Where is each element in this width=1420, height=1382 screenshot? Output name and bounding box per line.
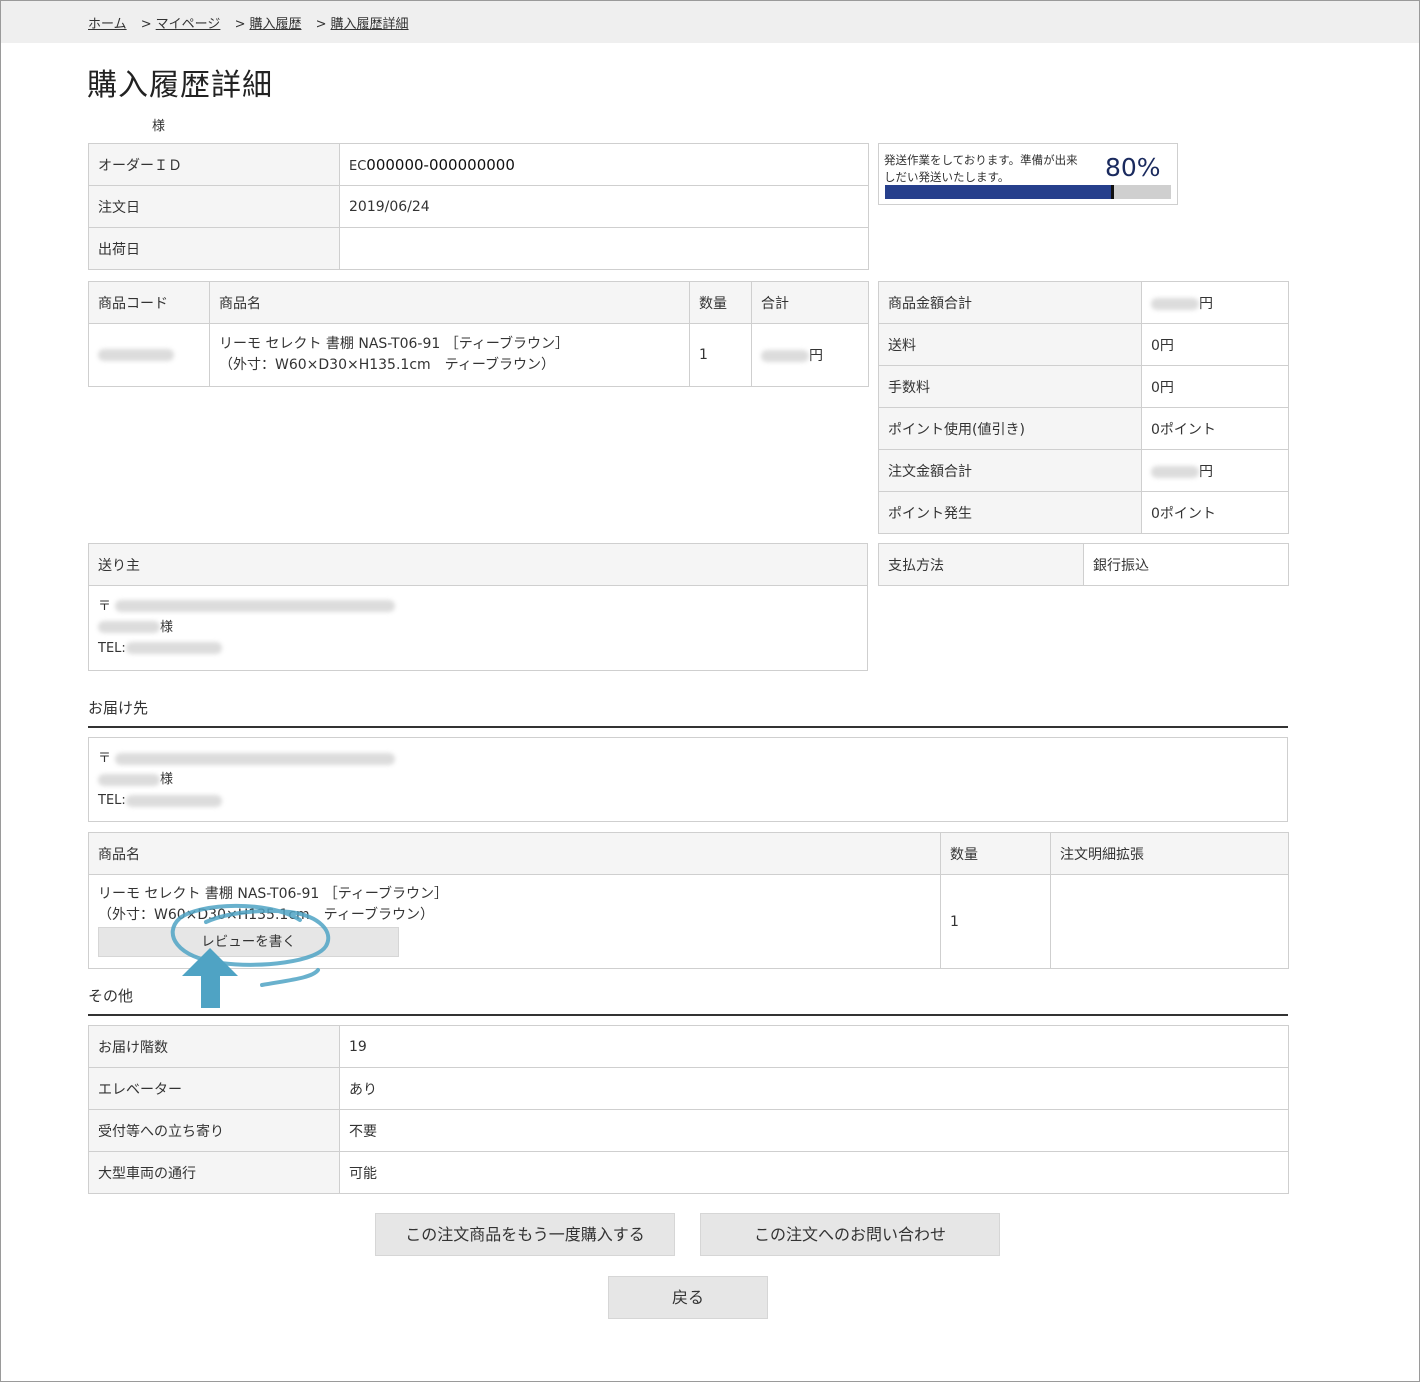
items-header-name: 商品名 [209, 281, 690, 324]
breadcrumb: ホーム > マイページ > 購入履歴 > 購入履歴詳細 [88, 13, 409, 32]
table-row: リーモ セレクト 書棚 NAS-T06-91 ［ティーブラウン］ （外寸：W60… [88, 323, 869, 387]
total-label: 送料 [878, 323, 1142, 366]
other-label: お届け階数 [88, 1025, 340, 1068]
order-info-table: オーダーＩＤ EC000000-000000000 注文日 2019/06/24… [88, 143, 869, 270]
progress-bar-fill [885, 185, 1114, 199]
other-value: 可能 [339, 1151, 1289, 1194]
breadcrumb-purchase-history[interactable]: 購入履歴 [249, 17, 301, 32]
sender-tel: TEL: [98, 638, 858, 659]
breadcrumb-separator: > [234, 17, 246, 32]
item-name: リーモ セレクト 書棚 NAS-T06-91 ［ティーブラウン］ （外寸：W60… [209, 323, 690, 387]
delivery-postal: 〒 [98, 748, 1278, 769]
page-title: 購入履歴詳細 [87, 68, 273, 103]
item-name-line1: リーモ セレクト 書棚 NAS-T06-91 ［ティーブラウン］ [219, 336, 570, 352]
delivery-item-name-line1: リーモ セレクト 書棚 NAS-T06-91 ［ティーブラウン］ [98, 886, 449, 902]
ship-date-value [339, 227, 869, 270]
customer-honorific: 様 [152, 119, 166, 134]
back-button[interactable]: 戻る [608, 1276, 768, 1319]
order-id-value: EC000000-000000000 [339, 143, 869, 186]
breadcrumb-home[interactable]: ホーム [88, 17, 127, 32]
shipping-status-percent: 80% [1105, 153, 1161, 182]
payment-value: 銀行振込 [1083, 543, 1289, 586]
delivery-items-header-extension: 注文明細拡張 [1050, 832, 1289, 875]
delivery-item-name-line2: （外寸：W60×D30×H135.1cm ティーブラウン） [98, 907, 434, 923]
breadcrumb-mypage[interactable]: マイページ [156, 17, 221, 32]
items-table: 商品コード 商品名 数量 合計 リーモ セレクト 書棚 NAS-T06-91 ［… [88, 281, 869, 387]
total-label: 注文金額合計 [878, 449, 1142, 492]
rebuy-button[interactable]: この注文商品をもう一度購入する [375, 1213, 675, 1256]
total-value: 0ポイント [1141, 491, 1289, 534]
shipping-status-box: 発送作業をしております。準備が出来しだい発送いたします。 80% [878, 143, 1178, 205]
total-value: 円 [1141, 281, 1289, 324]
delivery-tel: TEL: [98, 790, 1278, 811]
items-header-code: 商品コード [88, 281, 210, 324]
delivery-item-qty: 1 [940, 874, 1051, 969]
breadcrumb-current[interactable]: 購入履歴詳細 [331, 17, 409, 32]
sender-postal: 〒 [98, 596, 858, 617]
items-header-total: 合計 [751, 281, 869, 324]
order-id-label: オーダーＩＤ [88, 143, 340, 186]
total-label: 商品金額合計 [878, 281, 1142, 324]
delivery-item-extension [1050, 874, 1289, 969]
inquiry-button[interactable]: この注文へのお問い合わせ [700, 1213, 1000, 1256]
total-label: 手数料 [878, 365, 1142, 408]
order-date-value: 2019/06/24 [339, 185, 869, 228]
total-value: 0ポイント [1141, 407, 1289, 450]
sender-table: 送り主 〒 様 TEL: [88, 543, 868, 671]
totals-table: 商品金額合計 円 送料 0円 手数料 0円 ポイント使用(値引き) 0ポイント … [878, 281, 1289, 534]
delivery-items-header-qty: 数量 [940, 832, 1051, 875]
total-label: ポイント発生 [878, 491, 1142, 534]
other-heading: その他 [88, 985, 1288, 1016]
delivery-name: 様 [98, 769, 1278, 790]
progress-bar [885, 185, 1171, 199]
sender-heading: 送り主 [88, 543, 868, 586]
other-label: エレベーター [88, 1067, 340, 1110]
ship-date-label: 出荷日 [88, 227, 340, 270]
delivery-heading: お届け先 [88, 697, 1288, 728]
shipping-status-message: 発送作業をしております。準備が出来しだい発送いたします。 [884, 153, 1078, 184]
total-value: 0円 [1141, 365, 1289, 408]
delivery-items-header-name: 商品名 [88, 832, 941, 875]
payment-table: 支払方法 銀行振込 [878, 543, 1289, 586]
total-label: ポイント使用(値引き) [878, 407, 1142, 450]
breadcrumb-bar: ホーム > マイページ > 購入履歴 > 購入履歴詳細 [1, 1, 1419, 43]
payment-label: 支払方法 [878, 543, 1084, 586]
other-label: 受付等への立ち寄り [88, 1109, 340, 1152]
breadcrumb-separator: > [315, 17, 327, 32]
other-value: 不要 [339, 1109, 1289, 1152]
total-value: 0円 [1141, 323, 1289, 366]
item-total: 円 [751, 323, 869, 387]
other-value: あり [339, 1067, 1289, 1110]
breadcrumb-separator: > [140, 17, 152, 32]
items-header-qty: 数量 [689, 281, 752, 324]
order-date-label: 注文日 [88, 185, 340, 228]
other-value: 19 [339, 1025, 1289, 1068]
delivery-address: 〒 様 TEL: [88, 737, 1288, 822]
sender-address: 〒 様 TEL: [88, 585, 868, 671]
item-code-redacted [88, 323, 210, 387]
write-review-button[interactable]: レビューを書く [98, 927, 399, 957]
other-label: 大型車両の通行 [88, 1151, 340, 1194]
total-value: 円 [1141, 449, 1289, 492]
item-name-line2: （外寸：W60×D30×H135.1cm ティーブラウン） [219, 357, 555, 373]
sender-name: 様 [98, 617, 858, 638]
other-table: お届け階数 19 エレベーター あり 受付等への立ち寄り 不要 大型車両の通行 … [88, 1025, 1289, 1194]
item-qty: 1 [689, 323, 752, 387]
